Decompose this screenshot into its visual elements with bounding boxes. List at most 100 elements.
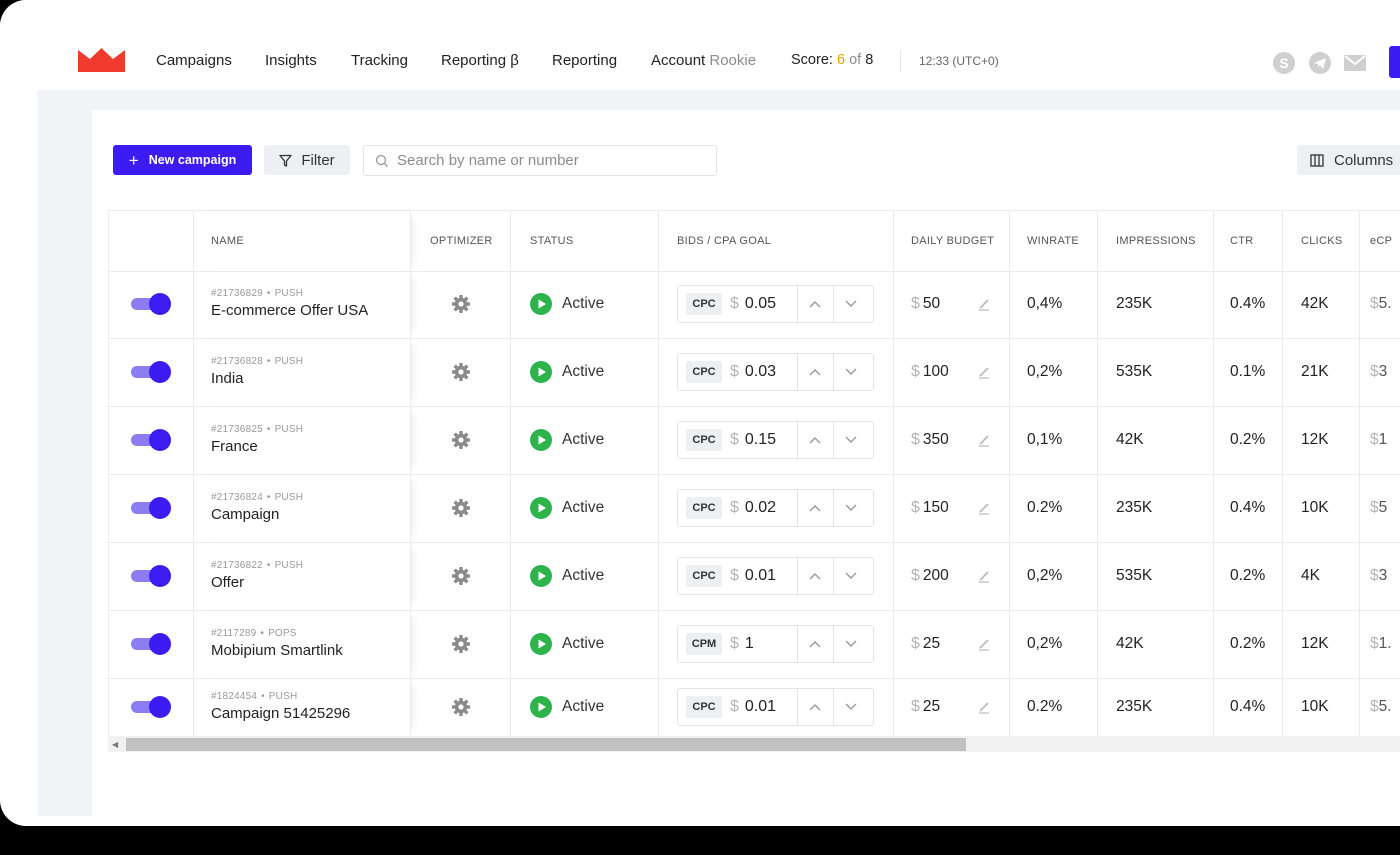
bid-decrement-button[interactable]	[832, 354, 869, 390]
campaign-name[interactable]: Offer	[211, 574, 303, 591]
play-status-icon[interactable]	[530, 633, 552, 655]
bid-decrement-button[interactable]	[832, 626, 869, 662]
header-bids[interactable]: BIDS / CPA GOAL	[659, 211, 894, 271]
bid-increment-button[interactable]	[796, 558, 833, 594]
play-status-icon[interactable]	[530, 497, 552, 519]
bid-cell: CPM $ 1	[659, 610, 894, 678]
bid-value[interactable]: 0.02	[745, 499, 797, 517]
bid-value[interactable]: 0.01	[745, 567, 797, 585]
edit-pencil-icon[interactable]	[977, 365, 991, 379]
campaign-name[interactable]: India	[211, 370, 303, 387]
chevron-up-icon	[809, 704, 821, 711]
filter-button[interactable]: Filter	[264, 145, 350, 175]
bid-increment-button[interactable]	[796, 689, 833, 725]
edit-pencil-icon[interactable]	[977, 637, 991, 651]
campaign-name[interactable]: Mobipium Smartlink	[211, 642, 343, 659]
bid-stepper[interactable]: CPC $ 0.05	[677, 285, 874, 323]
bid-stepper[interactable]: CPC $ 0.03	[677, 353, 874, 391]
telegram-icon[interactable]	[1308, 51, 1332, 75]
bid-increment-button[interactable]	[796, 626, 833, 662]
campaign-toggle[interactable]	[131, 293, 171, 315]
bid-decrement-button[interactable]	[832, 490, 869, 526]
campaign-toggle[interactable]	[131, 361, 171, 383]
bid-decrement-button[interactable]	[832, 422, 869, 458]
bid-increment-button[interactable]	[796, 490, 833, 526]
header-ctr[interactable]: CTR	[1214, 211, 1283, 271]
campaign-name[interactable]: France	[211, 438, 303, 455]
play-status-icon[interactable]	[530, 696, 552, 718]
play-status-icon[interactable]	[530, 565, 552, 587]
columns-button[interactable]: Columns	[1297, 145, 1400, 175]
bid-value[interactable]: 1	[745, 635, 797, 653]
header-clicks[interactable]: CLICKS	[1283, 211, 1360, 271]
toggle-cell	[108, 270, 194, 338]
header-status[interactable]: STATUS	[511, 211, 659, 271]
bid-value[interactable]: 0.05	[745, 295, 797, 313]
header-impressions[interactable]: IMPRESSIONS	[1098, 211, 1214, 271]
nav-account[interactable]: Account Rookie	[651, 52, 756, 69]
bid-stepper[interactable]: CPC $ 0.01	[677, 688, 874, 726]
bid-stepper[interactable]: CPM $ 1	[677, 625, 874, 663]
scrollbar-thumb[interactable]	[126, 738, 966, 751]
campaign-name[interactable]: E-commerce Offer USA	[211, 302, 368, 319]
bid-decrement-button[interactable]	[832, 689, 869, 725]
chevron-down-icon	[845, 640, 857, 647]
play-status-icon[interactable]	[530, 429, 552, 451]
gear-icon[interactable]	[451, 566, 471, 586]
nav-reporting-beta[interactable]: Reporting β	[441, 52, 519, 69]
name-cell: #21736822 • PUSH Offer	[194, 542, 411, 610]
edit-pencil-icon[interactable]	[977, 297, 991, 311]
bid-value[interactable]: 0.15	[745, 431, 797, 449]
scroll-left-arrow-icon[interactable]: ◀	[112, 740, 118, 749]
bid-decrement-button[interactable]	[832, 286, 869, 322]
bid-increment-button[interactable]	[796, 422, 833, 458]
meta-separator: •	[260, 627, 265, 639]
header-ecpc[interactable]: eCP	[1360, 211, 1400, 271]
header-action-button[interactable]	[1389, 46, 1400, 78]
clicks-cell: 10K	[1283, 678, 1360, 736]
play-status-icon[interactable]	[530, 361, 552, 383]
gear-icon[interactable]	[451, 634, 471, 654]
campaign-toggle[interactable]	[131, 633, 171, 655]
campaign-toggle[interactable]	[131, 565, 171, 587]
header-winrate[interactable]: WINRATE	[1010, 211, 1098, 271]
bid-decrement-button[interactable]	[832, 558, 869, 594]
ctr-cell: 0.2%	[1214, 406, 1283, 474]
gear-icon[interactable]	[451, 498, 471, 518]
bid-stepper[interactable]: CPC $ 0.02	[677, 489, 874, 527]
edit-pencil-icon[interactable]	[977, 569, 991, 583]
edit-pencil-icon[interactable]	[977, 700, 991, 714]
gear-icon[interactable]	[451, 430, 471, 450]
new-campaign-button[interactable]: + New campaign	[113, 145, 252, 175]
nav-reporting[interactable]: Reporting	[552, 52, 617, 69]
campaign-toggle[interactable]	[131, 497, 171, 519]
gear-icon[interactable]	[451, 697, 471, 717]
nav-insights[interactable]: Insights	[265, 52, 317, 69]
bid-stepper[interactable]: CPC $ 0.15	[677, 421, 874, 459]
mail-icon[interactable]	[1343, 51, 1367, 75]
nav-campaigns[interactable]: Campaigns	[156, 52, 232, 69]
skype-icon[interactable]: S	[1272, 51, 1296, 75]
campaign-toggle[interactable]	[131, 696, 171, 718]
header-optimizer[interactable]: OPTIMIZER	[411, 211, 511, 271]
header-daily-budget[interactable]: DAILY BUDGET	[894, 211, 1010, 271]
bid-value[interactable]: 0.01	[745, 698, 797, 716]
header-name[interactable]: NAME	[194, 211, 411, 271]
logo-crown-icon[interactable]	[78, 48, 125, 72]
bid-stepper[interactable]: CPC $ 0.01	[677, 557, 874, 595]
campaign-name[interactable]: Campaign 51425296	[211, 705, 350, 722]
play-status-icon[interactable]	[530, 293, 552, 315]
gear-icon[interactable]	[451, 362, 471, 382]
bid-increment-button[interactable]	[796, 354, 833, 390]
edit-pencil-icon[interactable]	[977, 501, 991, 515]
currency-symbol: $	[1370, 363, 1379, 380]
gear-icon[interactable]	[451, 294, 471, 314]
edit-pencil-icon[interactable]	[977, 433, 991, 447]
bid-value[interactable]: 0.03	[745, 363, 797, 381]
campaign-name[interactable]: Campaign	[211, 506, 303, 523]
bid-cell: CPC $ 0.01	[659, 678, 894, 736]
search-input[interactable]	[395, 151, 699, 170]
campaign-toggle[interactable]	[131, 429, 171, 451]
nav-tracking[interactable]: Tracking	[351, 52, 408, 69]
bid-increment-button[interactable]	[796, 286, 833, 322]
